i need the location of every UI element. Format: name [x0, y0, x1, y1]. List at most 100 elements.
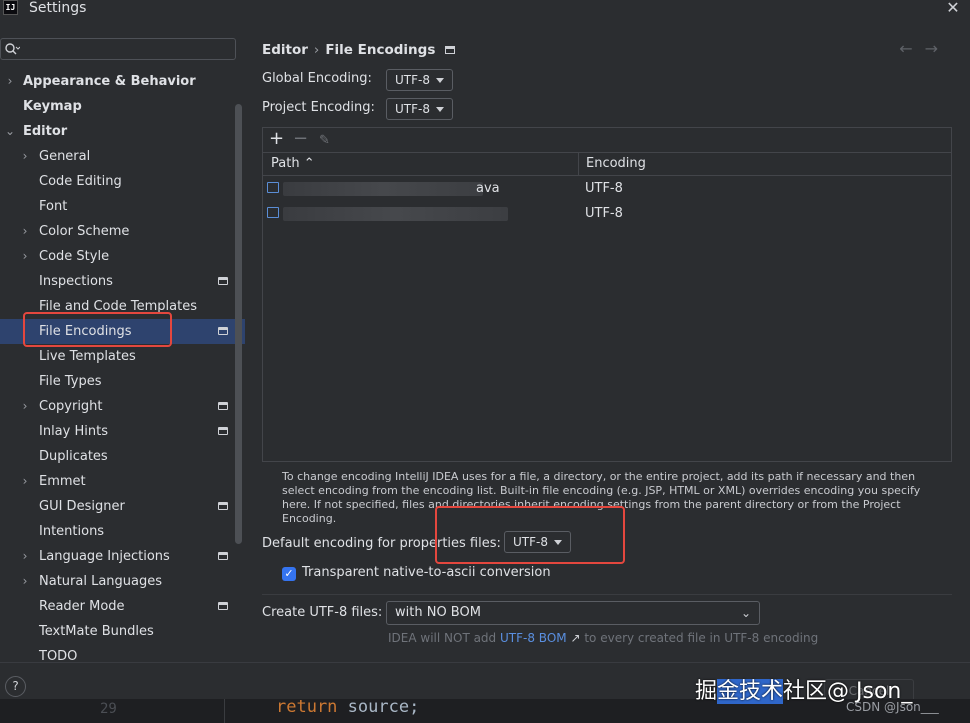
watermark-highlight: 金技术 [717, 679, 784, 704]
title-bar: IJ Settings ✕ [0, 0, 970, 22]
path-column-header[interactable]: Path ⌃ [271, 153, 315, 175]
edit-icon[interactable]: ✎ [319, 131, 330, 151]
file-encodings-panel: Editor › File Encodings ←→ Global Encoding… [245, 32, 970, 662]
project-scope-icon [218, 552, 228, 560]
chevron-right-icon[interactable]: › [19, 394, 31, 419]
sidebar-item-label: Natural Languages [39, 574, 163, 589]
bom-hint-suffix: to every created file in UTF-8 encoding [584, 631, 819, 645]
transparent-conversion-checkbox[interactable]: ✓ [282, 567, 296, 581]
chevron-right-icon[interactable]: › [4, 69, 16, 94]
row-encoding[interactable]: UTF-8 [585, 176, 623, 201]
breadcrumb-parent[interactable]: Editor [262, 42, 308, 58]
history-nav: ←→ [899, 39, 950, 58]
redacted-path [283, 207, 508, 221]
sidebar-item-reader-mode[interactable]: Reader Mode [0, 594, 245, 619]
encoding-column-header[interactable]: Encoding [586, 153, 646, 175]
window-title: Settings [29, 0, 87, 16]
forward-arrow-icon[interactable]: → [925, 39, 950, 58]
annotation-highlight-default-encoding [435, 506, 625, 564]
path-header-label: Path [271, 156, 300, 171]
project-scope-icon [218, 402, 228, 410]
sidebar-item-label: Copyright [39, 399, 103, 414]
folder-icon [267, 182, 279, 193]
sidebar-item-language-injections[interactable]: › Language Injections [0, 544, 245, 569]
global-encoding-value: UTF-8 [395, 73, 430, 87]
table-header: Path ⌃ Encoding [263, 152, 951, 176]
sidebar-item-label: Duplicates [39, 449, 108, 464]
sidebar-item-textmate-bundles[interactable]: TextMate Bundles [0, 619, 245, 644]
folder-icon [267, 207, 279, 218]
chevron-right-icon[interactable]: › [19, 144, 31, 169]
sidebar-item-inlay-hints[interactable]: Inlay Hints [0, 419, 245, 444]
sidebar-item-inspections[interactable]: Inspections [0, 269, 245, 294]
code-keyword: return [276, 697, 338, 717]
project-encoding-value: UTF-8 [395, 102, 430, 116]
transparent-conversion-label[interactable]: Transparent native-to-ascii conversion [302, 565, 551, 580]
chevron-right-icon[interactable]: › [19, 569, 31, 594]
table-row[interactable]: ava UTF-8 [263, 176, 951, 201]
sidebar-item-label: TextMate Bundles [39, 624, 154, 639]
sidebar-item-copyright[interactable]: › Copyright [0, 394, 245, 419]
project-encoding-select[interactable]: UTF-8 [386, 98, 453, 120]
settings-sidebar: › Appearance & Behavior Keymap ⌄ Editor › Gene… [0, 32, 245, 664]
sidebar-item-label: Inspections [39, 274, 113, 289]
intellij-app-icon: IJ [3, 0, 18, 15]
chevron-right-icon[interactable]: › [19, 219, 31, 244]
breadcrumb-separator: › [313, 42, 320, 58]
search-input[interactable] [0, 38, 236, 60]
global-encoding-label: Global Encoding: [262, 71, 372, 86]
chevron-down-icon[interactable]: ⌄ [4, 119, 16, 144]
utf8-bom-link[interactable]: UTF-8 BOM [500, 631, 567, 645]
sidebar-item-editor[interactable]: ⌄ Editor [0, 119, 245, 144]
chevron-down-icon: ⌄ [740, 606, 751, 620]
section-divider [262, 594, 952, 595]
sidebar-item-natural-languages[interactable]: › Natural Languages [0, 569, 245, 594]
sidebar-item-label: GUI Designer [39, 499, 125, 514]
sidebar-item-keymap[interactable]: Keymap [0, 94, 245, 119]
chevron-right-icon[interactable]: › [19, 544, 31, 569]
sidebar-item-file-types[interactable]: File Types [0, 369, 245, 394]
sidebar-item-label: Font [39, 199, 68, 214]
table-row[interactable]: UTF-8 [263, 201, 951, 226]
search-icon [5, 43, 20, 55]
column-divider[interactable] [578, 153, 579, 175]
sidebar-item-appearance-behavior[interactable]: › Appearance & Behavior [0, 69, 245, 94]
editor-gutter-line [224, 699, 225, 723]
path-fragment: ava [476, 181, 500, 196]
path-encoding-table: + − ✎ Path ⌃ Encoding ava UTF-8 UTF-8 [262, 127, 952, 462]
code-rest: source; [347, 697, 420, 717]
sidebar-item-label: Code Style [39, 249, 110, 264]
help-button[interactable]: ? [5, 676, 26, 697]
remove-icon[interactable]: − [293, 129, 308, 149]
code-line: return source; [276, 697, 419, 717]
project-scope-icon [218, 327, 228, 335]
dialog-footer: ? Cancel 29 return source; 掘金技术社区@ Json_… [0, 662, 970, 723]
sidebar-item-duplicates[interactable]: Duplicates [0, 444, 245, 469]
sidebar-item-color-scheme[interactable]: › Color Scheme [0, 219, 245, 244]
sidebar-item-intentions[interactable]: Intentions [0, 519, 245, 544]
close-icon[interactable]: ✕ [944, 0, 962, 17]
dropdown-caret-icon [436, 78, 444, 83]
back-arrow-icon[interactable]: ← [899, 39, 924, 58]
chevron-right-icon[interactable]: › [19, 469, 31, 494]
chevron-right-icon[interactable]: › [19, 244, 31, 269]
add-icon[interactable]: + [269, 129, 284, 149]
row-encoding[interactable]: UTF-8 [585, 201, 623, 226]
sidebar-item-code-style[interactable]: › Code Style [0, 244, 245, 269]
bom-hint-prefix: IDEA will NOT add [388, 631, 497, 645]
sidebar-item-label: Editor [23, 124, 68, 139]
sidebar-scrollbar[interactable] [235, 104, 242, 544]
sidebar-item-font[interactable]: Font [0, 194, 245, 219]
project-scope-icon [218, 277, 228, 285]
sidebar-item-emmet[interactable]: › Emmet [0, 469, 245, 494]
sidebar-item-live-templates[interactable]: Live Templates [0, 344, 245, 369]
global-encoding-select[interactable]: UTF-8 [386, 69, 453, 91]
breadcrumb-current: File Encodings [325, 42, 436, 58]
sidebar-item-gui-designer[interactable]: GUI Designer [0, 494, 245, 519]
sidebar-item-general[interactable]: › General [0, 144, 245, 169]
dropdown-caret-icon [436, 107, 444, 112]
sidebar-item-code-editing[interactable]: Code Editing [0, 169, 245, 194]
sidebar-item-label: Reader Mode [39, 599, 125, 614]
create-utf8-select[interactable]: with NO BOM ⌄ [386, 601, 760, 625]
table-toolbar: + − ✎ [263, 128, 951, 152]
